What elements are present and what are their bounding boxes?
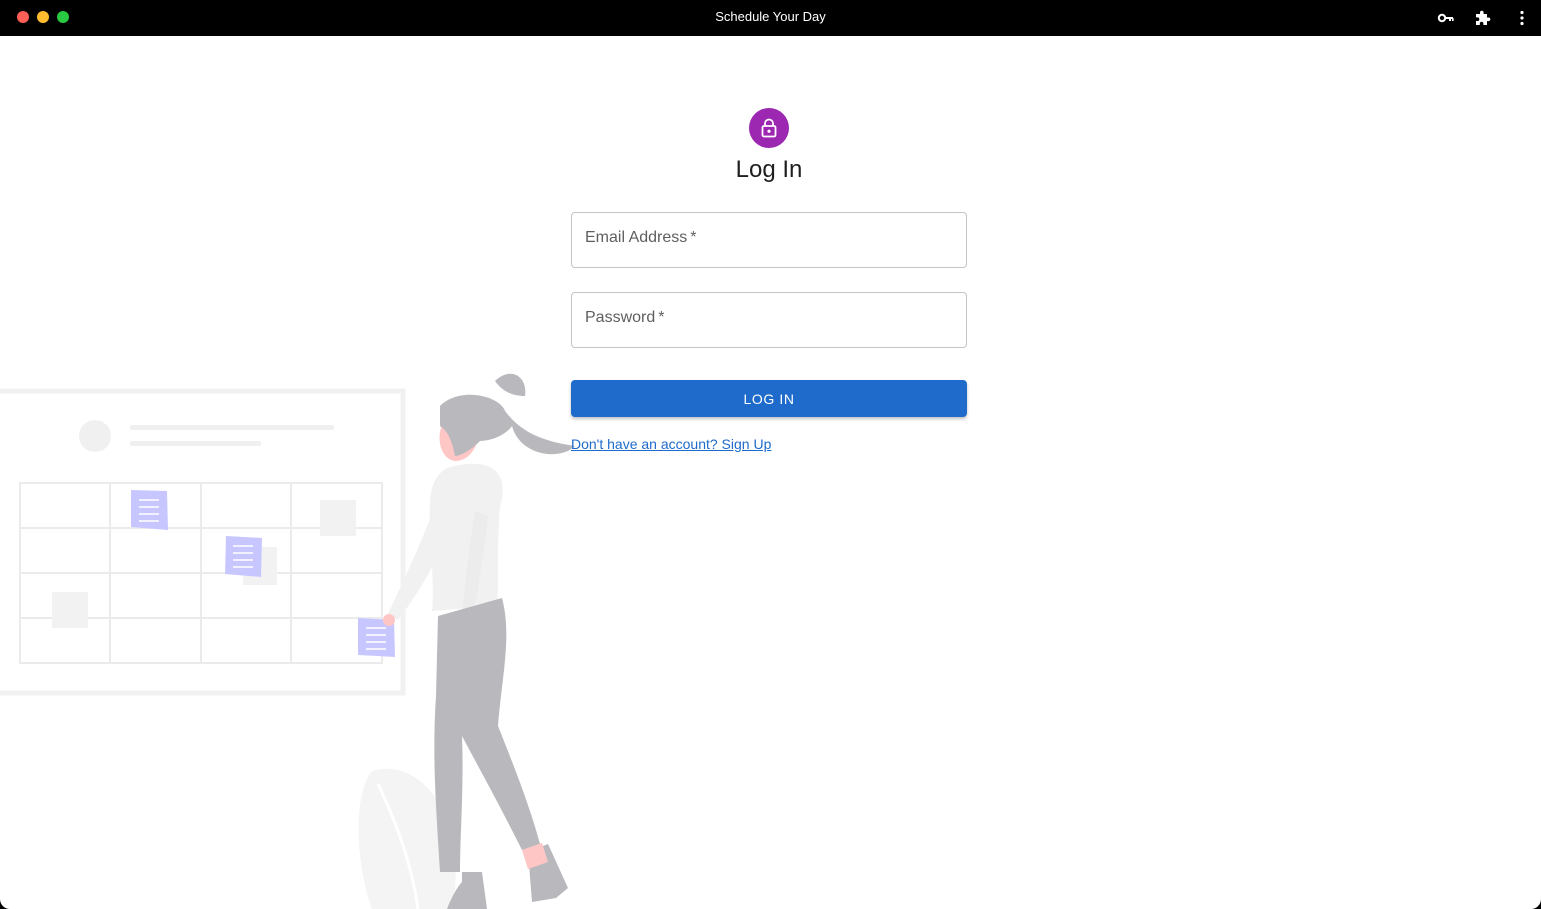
login-button[interactable]: LOG IN bbox=[571, 380, 967, 417]
window-title: Schedule Your Day bbox=[715, 9, 826, 24]
password-field[interactable]: Password * bbox=[571, 292, 967, 348]
window-titlebar: Schedule Your Day bbox=[0, 0, 1541, 36]
required-mark: * bbox=[690, 229, 697, 246]
password-label: Password * bbox=[585, 309, 665, 326]
key-icon[interactable] bbox=[1437, 9, 1455, 27]
required-mark: * bbox=[658, 309, 665, 326]
lock-avatar bbox=[749, 108, 789, 148]
email-label: Email Address * bbox=[585, 229, 697, 246]
signup-link[interactable]: Don't have an account? Sign Up bbox=[571, 436, 771, 452]
more-vert-icon[interactable] bbox=[1513, 9, 1531, 27]
email-field[interactable]: Email Address * bbox=[571, 212, 967, 268]
puzzle-icon[interactable] bbox=[1473, 9, 1491, 27]
person-with-calendar-illustration bbox=[0, 373, 575, 909]
page-title: Log In bbox=[735, 156, 803, 183]
page-content: Log In Email Address * Password * LOG IN D… bbox=[0, 36, 1541, 909]
lock-icon bbox=[761, 118, 777, 138]
